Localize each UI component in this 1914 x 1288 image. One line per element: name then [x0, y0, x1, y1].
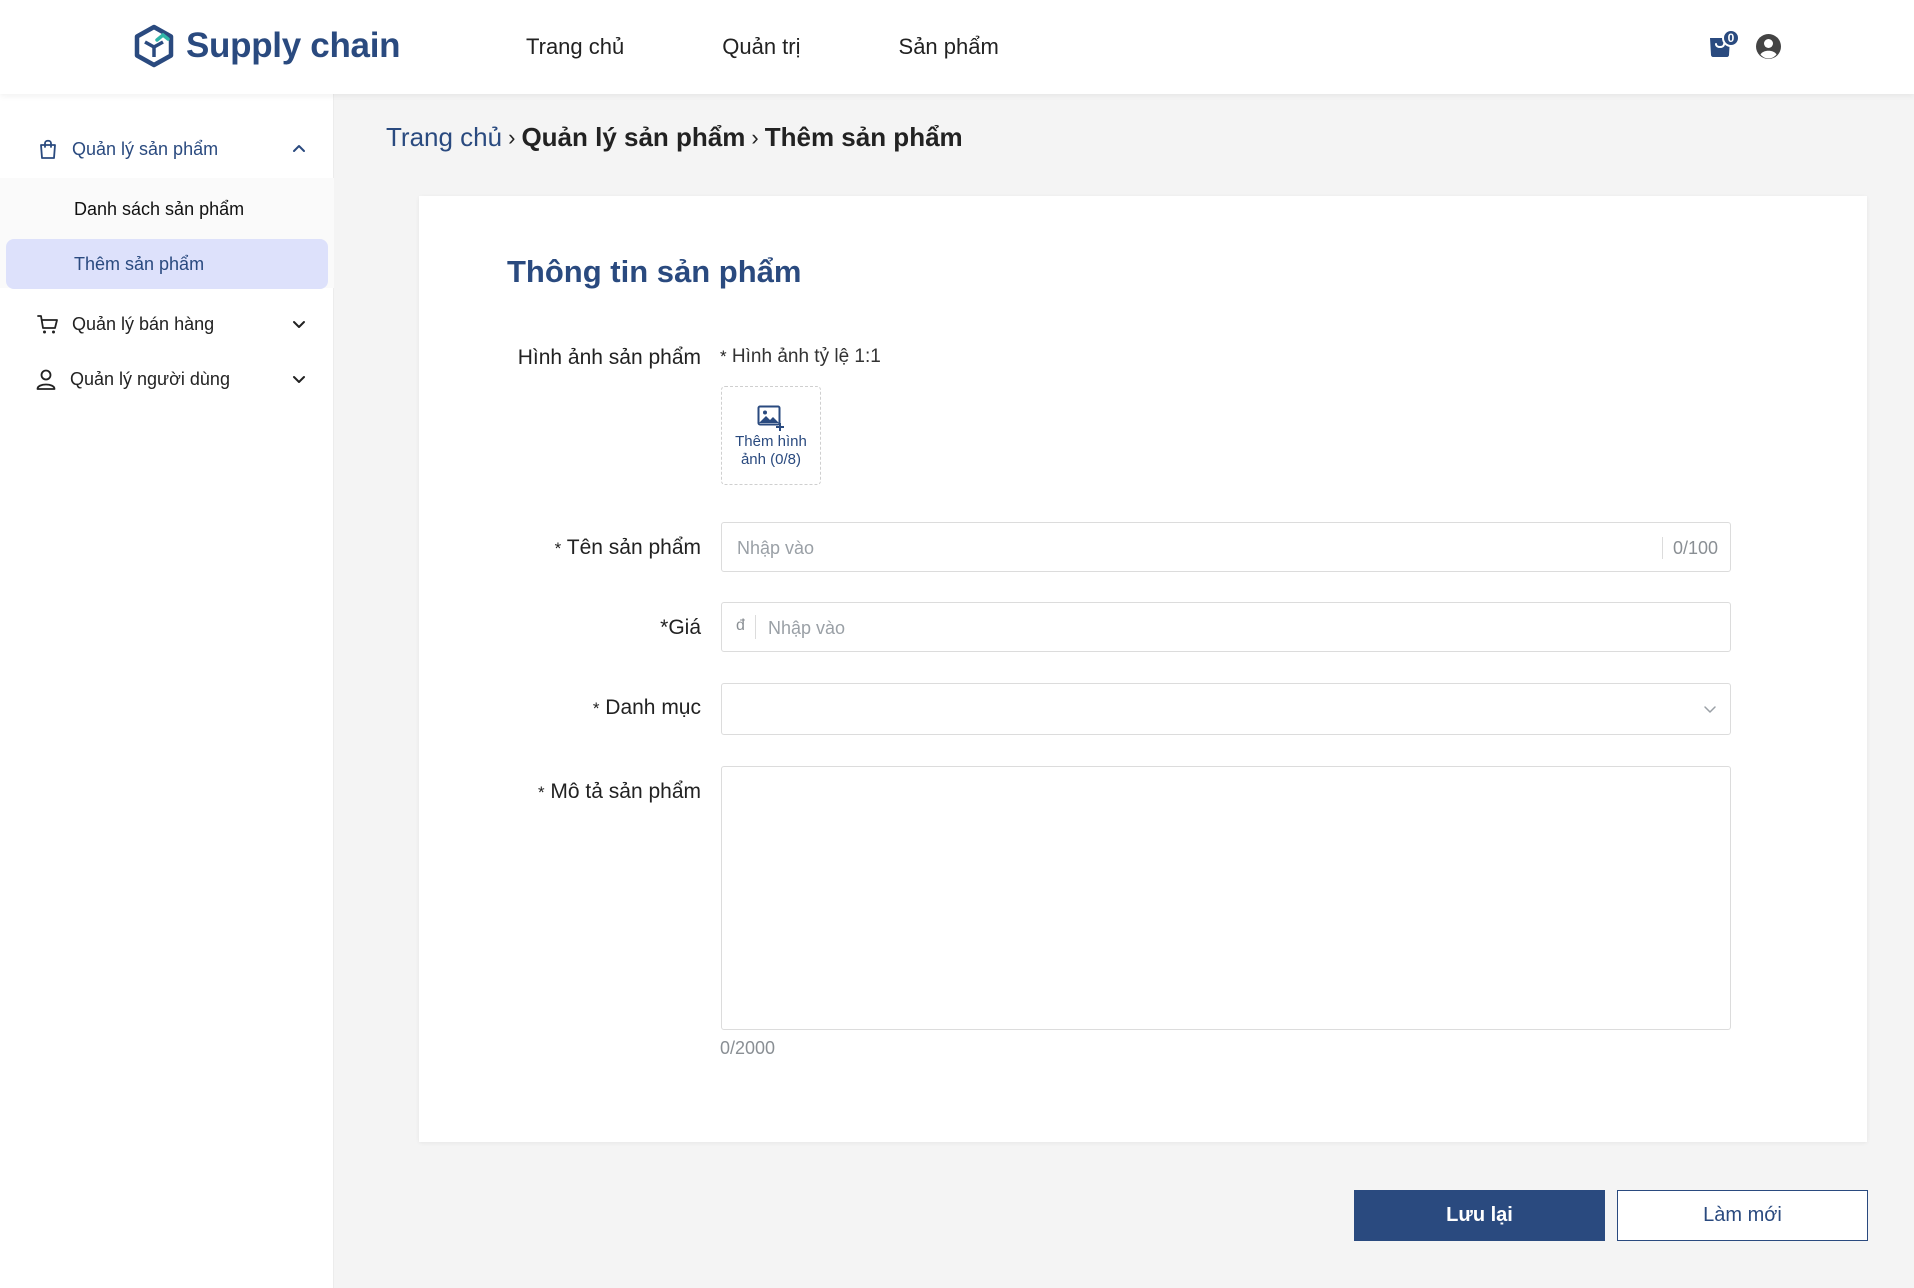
add-image-text-line1: Thêm hình — [735, 433, 807, 450]
add-image-text-line2: ảnh (0/8) — [740, 451, 802, 468]
logo[interactable]: Supply chain — [132, 24, 401, 68]
description-label-text: Mô tả sản phẩm — [550, 780, 701, 803]
breadcrumb-separator: › — [751, 124, 759, 150]
description-counter: 0/2000 — [720, 1038, 776, 1058]
user-avatar-icon[interactable] — [1755, 33, 1782, 60]
price-input[interactable] — [768, 616, 1708, 640]
sidebar-item-add-product[interactable]: Thêm sản phẩm — [6, 239, 328, 289]
breadcrumb-home[interactable]: Trang chủ — [386, 122, 502, 153]
add-image-icon — [757, 405, 784, 431]
add-image-text: Thêm hình ảnh (0/8) — [735, 433, 807, 469]
top-header: Supply chain Trang chủ Quản trị Sản phẩm… — [0, 0, 1914, 94]
product-name-label: * Tên sản phẩm — [555, 536, 701, 560]
required-star: * — [592, 699, 600, 718]
category-select[interactable] — [721, 683, 1731, 735]
save-button[interactable]: Lưu lại — [1354, 1190, 1605, 1241]
breadcrumb-separator: › — [508, 124, 516, 150]
image-label: Hình ảnh sản phẩm — [517, 346, 701, 369]
currency-symbol: đ — [736, 615, 756, 639]
product-name-field: 0/100 — [721, 522, 1731, 572]
sidebar: Quản lý sản phẩm Danh sách sản phẩm Thêm… — [0, 94, 334, 1288]
price-field: đ — [721, 602, 1731, 652]
logo-icon — [134, 24, 174, 68]
nav-admin[interactable]: Quản trị — [722, 34, 800, 60]
description-textarea[interactable] — [721, 766, 1731, 1030]
chevron-down-icon — [293, 376, 305, 383]
breadcrumb-current: Thêm sản phẩm — [764, 122, 963, 152]
shopping-bag-icon — [40, 139, 56, 159]
user-icon — [36, 369, 56, 390]
category-label-text: Danh mục — [605, 696, 701, 719]
description-label: * Mô tả sản phẩm — [538, 780, 701, 804]
image-hint-text: Hình ảnh tỷ lệ 1:1 — [731, 346, 881, 367]
category-label: * Danh mục — [593, 696, 701, 720]
sidebar-group-label: Quản lý người dùng — [70, 368, 230, 389]
nav-products[interactable]: Sản phẩm — [899, 34, 999, 60]
required-star: * — [537, 783, 545, 802]
add-image-button[interactable]: Thêm hình ảnh (0/8) — [721, 386, 821, 485]
sidebar-group-user-management[interactable]: Quản lý người dùng — [0, 352, 334, 406]
main-nav: Trang chủ Quản trị Sản phẩm — [526, 34, 1097, 60]
price-label: *Giá — [660, 616, 701, 639]
reset-button[interactable]: Làm mới — [1617, 1190, 1868, 1241]
breadcrumb-product-management[interactable]: Quản lý sản phẩm — [521, 122, 745, 153]
chevron-up-icon — [293, 145, 305, 152]
breadcrumb: Trang chủ › Quản lý sản phẩm › Thêm sản … — [386, 122, 963, 153]
required-star: * — [720, 347, 727, 366]
chevron-down-icon — [1704, 706, 1716, 713]
nav-home[interactable]: Trang chủ — [526, 34, 624, 60]
sidebar-group-product-management[interactable]: Quản lý sản phẩm — [0, 122, 334, 176]
sidebar-group-sales-management[interactable]: Quản lý bán hàng — [0, 297, 334, 351]
form-title: Thông tin sản phẩm — [507, 254, 802, 289]
cart-count-badge: 0 — [1722, 29, 1740, 47]
logo-text: Supply chain — [186, 26, 401, 65]
sidebar-group-label: Quản lý sản phẩm — [72, 138, 219, 159]
product-name-label-text: Tên sản phẩm — [566, 536, 701, 559]
image-hint: * Hình ảnh tỷ lệ 1:1 — [720, 346, 881, 368]
sidebar-item-product-list[interactable]: Danh sách sản phẩm — [6, 184, 328, 234]
product-name-counter: 0/100 — [1661, 537, 1718, 559]
required-star: * — [554, 539, 562, 558]
chevron-down-icon — [293, 321, 305, 328]
cart-outline-icon — [37, 315, 58, 334]
product-name-input[interactable] — [737, 536, 1637, 560]
sidebar-group-label: Quản lý bán hàng — [72, 313, 215, 334]
